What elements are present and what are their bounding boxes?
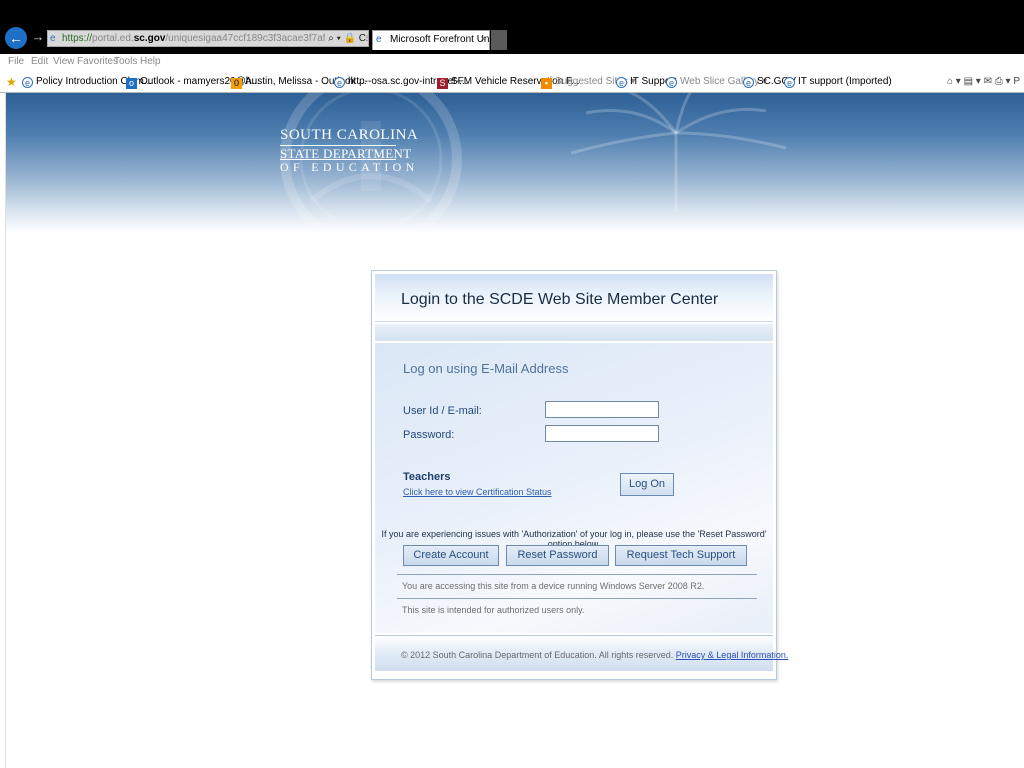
menu-file[interactable]: File: [8, 56, 24, 67]
outlook-icon: o: [126, 78, 137, 89]
copyright-text: © 2012 South Carolina Department of Educ…: [401, 650, 788, 660]
menu-help[interactable]: Help: [140, 56, 161, 67]
divider: [397, 574, 757, 575]
copyright-label: © 2012 South Carolina Department of Educ…: [401, 650, 674, 660]
login-panel-footer: © 2012 South Carolina Department of Educ…: [375, 635, 788, 671]
reset-password-button[interactable]: Reset Password: [506, 545, 609, 566]
logo-line-of-education: OF EDUCATION: [280, 160, 419, 174]
password-input[interactable]: [545, 425, 659, 442]
divider: [397, 598, 757, 599]
palmetto-watermark: [570, 93, 787, 213]
ie-page-icon: e: [22, 77, 33, 88]
forward-button[interactable]: →: [31, 29, 45, 45]
logo-line-south-carolina: SOUTH CAROLINA: [280, 127, 419, 143]
favorites-star-icon[interactable]: ★: [6, 76, 18, 88]
forward-arrow-icon: →: [31, 29, 45, 44]
ie-page-icon: e: [743, 77, 754, 88]
userid-label: User Id / E-mail:: [403, 405, 482, 417]
login-panel-header: Login to the SCDE Web Site Member Center: [375, 274, 773, 322]
request-tech-support-button[interactable]: Request Tech Support: [615, 545, 747, 566]
ie-page-icon: e: [50, 33, 56, 44]
login-form: Log on using E-Mail Address User Id / E-…: [375, 343, 773, 633]
back-arrow-icon: ←: [9, 30, 23, 46]
outlook-web-icon: 0: [231, 78, 242, 89]
new-tab-button[interactable]: [491, 30, 507, 50]
ie-tab-icon: e: [376, 34, 382, 45]
create-account-button[interactable]: Create Account: [403, 545, 499, 566]
address-prefix: portal.ed.: [92, 33, 134, 44]
menu-bar: File Edit View Favorites Tools Help: [0, 54, 1024, 71]
address-scheme: https://: [62, 33, 93, 44]
ie-page-icon: e: [334, 77, 345, 88]
sfm-site-icon: S: [437, 78, 448, 89]
ie-page-icon: e: [616, 77, 627, 88]
address-domain: sc.gov: [133, 33, 166, 44]
favorites-bar: ★ e Policy Introduction Clem... o Outlook …: [0, 71, 1024, 93]
login-panel-strip: [375, 324, 773, 341]
tab-close-icon[interactable]: ×: [480, 31, 486, 49]
menu-edit[interactable]: Edit: [31, 56, 48, 67]
tab-label: Microsoft Forefront Unified...: [390, 34, 490, 45]
fav-it-support-imported[interactable]: e IT support (Imported): [784, 76, 892, 88]
address-controls[interactable]: ⌕ ▾ 🔒 C: [325, 31, 366, 46]
page-header-banner: [6, 93, 1024, 233]
menu-favorites[interactable]: Favorites: [77, 56, 118, 67]
teachers-label: Teachers: [403, 471, 451, 483]
userid-input[interactable]: [545, 401, 659, 418]
login-title: Login to the SCDE Web Site Member Center: [401, 291, 719, 308]
menu-tools[interactable]: Tools: [114, 56, 137, 67]
browser-titlebar: ← → e https://portal.ed.sc.gov/uniquesig…: [0, 0, 1024, 54]
address-bar[interactable]: e https://portal.ed.sc.gov/uniquesigaa47…: [47, 30, 369, 47]
privacy-legal-link[interactable]: Privacy & Legal Information.: [676, 650, 789, 660]
authorized-users-notice: This site is intended for authorized use…: [402, 605, 585, 615]
tab-forefront[interactable]: e Microsoft Forefront Unified... ×: [372, 30, 490, 50]
ie-page-icon: e: [666, 77, 677, 88]
ie-page-icon: e: [784, 77, 795, 88]
suggested-sites-icon: ▪: [541, 78, 552, 89]
back-button[interactable]: ←: [5, 27, 27, 49]
logon-heading: Log on using E-Mail Address: [403, 361, 569, 376]
password-label: Password:: [403, 429, 455, 441]
menu-view[interactable]: View: [53, 56, 75, 67]
log-on-button[interactable]: Log On: [620, 473, 674, 496]
device-info-text: You are accessing this site from a devic…: [402, 581, 705, 591]
command-bar-icons[interactable]: ⌂ ▾ ▤ ▾ ✉ ⎙ ▾ P: [947, 76, 1020, 87]
certification-status-link[interactable]: Click here to view Certification Status: [403, 487, 552, 497]
login-panel: Login to the SCDE Web Site Member Center…: [371, 270, 788, 680]
